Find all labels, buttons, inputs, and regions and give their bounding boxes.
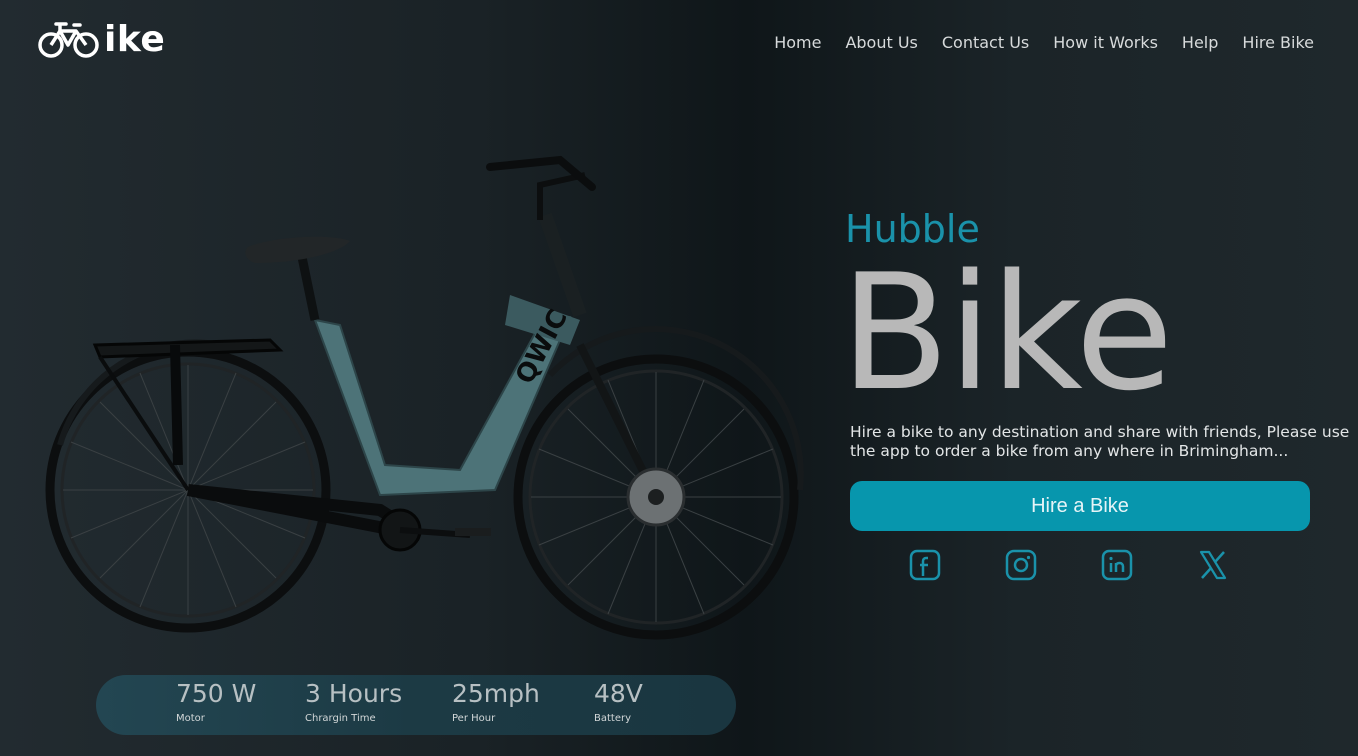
nav-about-us[interactable]: About Us bbox=[845, 32, 917, 54]
linkedin-icon[interactable] bbox=[1100, 548, 1134, 582]
nav-how-it-works[interactable]: How it Works bbox=[1053, 32, 1158, 54]
stat-value: 750 W bbox=[176, 679, 257, 708]
stat-label: Motor bbox=[176, 713, 205, 724]
hire-bike-button[interactable]: Hire a Bike bbox=[850, 481, 1310, 531]
nav-home[interactable]: Home bbox=[774, 32, 821, 54]
hero-description: Hire a bike to any destination and share… bbox=[850, 423, 1358, 461]
hero-title: Bike bbox=[840, 239, 1174, 426]
nav-contact-us[interactable]: Contact Us bbox=[942, 32, 1029, 54]
x-icon[interactable] bbox=[1196, 548, 1230, 582]
stat-label: Battery bbox=[594, 713, 632, 724]
stat-charging-time: 3 Hours Chrargin Time bbox=[305, 677, 402, 724]
stat-motor: 750 W Motor bbox=[176, 677, 256, 724]
instagram-icon[interactable] bbox=[1004, 548, 1038, 582]
stat-speed: 25mph Per Hour bbox=[452, 677, 540, 724]
bike-stats-bar: 750 W Motor 3 Hours Chrargin Time 25mph … bbox=[96, 675, 736, 735]
bicycle-logo-icon bbox=[38, 22, 99, 58]
stat-battery: 48V Battery bbox=[594, 677, 643, 724]
stat-value: 25mph bbox=[452, 679, 540, 708]
logo-text: ike bbox=[104, 19, 166, 60]
facebook-icon[interactable] bbox=[908, 548, 942, 582]
nav-help[interactable]: Help bbox=[1182, 32, 1218, 54]
hero-description-line-2: the app to order a bike from any where i… bbox=[850, 442, 1289, 460]
e-bike-image: QWIC bbox=[45, 155, 804, 640]
hero-description-line-1: Hire a bike to any destination and share… bbox=[850, 423, 1350, 441]
stat-label: Chrargin Time bbox=[305, 713, 376, 724]
social-links bbox=[908, 548, 1230, 582]
nav-hire-bike[interactable]: Hire Bike bbox=[1242, 32, 1314, 54]
logo[interactable]: ike bbox=[38, 17, 165, 61]
stat-label: Per Hour bbox=[452, 713, 496, 724]
stat-value: 3 Hours bbox=[305, 679, 403, 708]
stat-value: 48V bbox=[594, 679, 643, 708]
main-nav: Home About Us Contact Us How it Works He… bbox=[774, 32, 1314, 54]
